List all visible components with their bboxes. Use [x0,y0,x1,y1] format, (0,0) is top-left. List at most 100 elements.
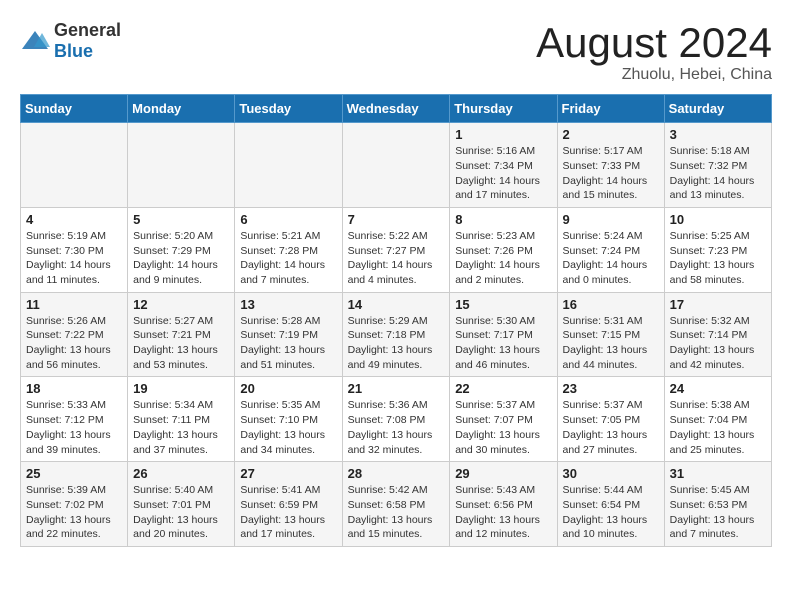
day-info: Sunrise: 5:23 AM Sunset: 7:26 PM Dayligh… [455,229,551,288]
day-number: 9 [563,212,659,227]
calendar-cell: 1 Sunrise: 5:16 AM Sunset: 7:34 PM Daylig… [450,123,557,208]
calendar-cell: 7Sunrise: 5:22 AM Sunset: 7:27 PM Daylig… [342,207,450,292]
day-header-friday: Friday [557,95,664,123]
day-number: 21 [348,381,445,396]
calendar-week-row: 1 Sunrise: 5:16 AM Sunset: 7:34 PM Daylig… [21,123,772,208]
month-year-title: August 2024 [536,20,772,66]
calendar-cell [128,123,235,208]
calendar-cell: 31 Sunrise: 5:45 AM Sunset: 6:53 PM Dayli… [664,462,771,547]
calendar-cell: 24Sunrise: 5:38 AM Sunset: 7:04 PM Dayli… [664,377,771,462]
day-number: 17 [670,297,766,312]
calendar-cell: 9Sunrise: 5:24 AM Sunset: 7:24 PM Daylig… [557,207,664,292]
calendar-cell [21,123,128,208]
day-number: 12 [133,297,229,312]
calendar-cell: 8 Sunrise: 5:23 AM Sunset: 7:26 PM Daylig… [450,207,557,292]
day-info: Sunrise: 5:17 AM Sunset: 7:33 PM Dayligh… [563,144,659,203]
day-number: 27 [240,466,336,481]
calendar-week-row: 18Sunrise: 5:33 AM Sunset: 7:12 PM Dayli… [21,377,772,462]
day-info: Sunrise: 5:27 AM Sunset: 7:21 PM Dayligh… [133,314,229,373]
day-number: 30 [563,466,659,481]
calendar-cell: 3 Sunrise: 5:18 AM Sunset: 7:32 PM Daylig… [664,123,771,208]
day-info: Sunrise: 5:25 AM Sunset: 7:23 PM Dayligh… [670,229,766,288]
day-info: Sunrise: 5:32 AM Sunset: 7:14 PM Dayligh… [670,314,766,373]
day-info: Sunrise: 5:33 AM Sunset: 7:12 PM Dayligh… [26,398,122,457]
calendar-cell: 18Sunrise: 5:33 AM Sunset: 7:12 PM Dayli… [21,377,128,462]
day-number: 20 [240,381,336,396]
calendar-cell: 2 Sunrise: 5:17 AM Sunset: 7:33 PM Daylig… [557,123,664,208]
day-header-monday: Monday [128,95,235,123]
day-number: 1 [455,127,551,142]
calendar-cell: 10 Sunrise: 5:25 AM Sunset: 7:23 PM Dayli… [664,207,771,292]
day-header-thursday: Thursday [450,95,557,123]
day-number: 26 [133,466,229,481]
calendar-cell: 11Sunrise: 5:26 AM Sunset: 7:22 PM Dayli… [21,292,128,377]
day-number: 16 [563,297,659,312]
calendar-cell: 26Sunrise: 5:40 AM Sunset: 7:01 PM Dayli… [128,462,235,547]
day-number: 10 [670,212,766,227]
calendar-cell [235,123,342,208]
day-number: 3 [670,127,766,142]
day-info: Sunrise: 5:21 AM Sunset: 7:28 PM Dayligh… [240,229,336,288]
calendar-week-row: 25Sunrise: 5:39 AM Sunset: 7:02 PM Dayli… [21,462,772,547]
day-info: Sunrise: 5:35 AM Sunset: 7:10 PM Dayligh… [240,398,336,457]
day-info: Sunrise: 5:37 AM Sunset: 7:07 PM Dayligh… [455,398,551,457]
day-number: 4 [26,212,122,227]
day-info: Sunrise: 5:31 AM Sunset: 7:15 PM Dayligh… [563,314,659,373]
day-info: Sunrise: 5:37 AM Sunset: 7:05 PM Dayligh… [563,398,659,457]
day-number: 31 [670,466,766,481]
calendar-cell: 12 Sunrise: 5:27 AM Sunset: 7:21 PM Dayli… [128,292,235,377]
day-number: 2 [563,127,659,142]
calendar-cell: 14Sunrise: 5:29 AM Sunset: 7:18 PM Dayli… [342,292,450,377]
calendar-cell: 22 Sunrise: 5:37 AM Sunset: 7:07 PM Dayli… [450,377,557,462]
day-header-wednesday: Wednesday [342,95,450,123]
day-info: Sunrise: 5:38 AM Sunset: 7:04 PM Dayligh… [670,398,766,457]
calendar-week-row: 4 Sunrise: 5:19 AM Sunset: 7:30 PM Daylig… [21,207,772,292]
page-header: General Blue August 2024 Zhuolu, Hebei, … [20,20,772,84]
calendar-cell: 23 Sunrise: 5:37 AM Sunset: 7:05 PM Dayli… [557,377,664,462]
calendar-cell: 16 Sunrise: 5:31 AM Sunset: 7:15 PM Dayli… [557,292,664,377]
day-info: Sunrise: 5:19 AM Sunset: 7:30 PM Dayligh… [26,229,122,288]
day-number: 5 [133,212,229,227]
day-info: Sunrise: 5:29 AM Sunset: 7:18 PM Dayligh… [348,314,445,373]
calendar-cell: 29 Sunrise: 5:43 AM Sunset: 6:56 PM Dayli… [450,462,557,547]
day-header-tuesday: Tuesday [235,95,342,123]
day-number: 29 [455,466,551,481]
day-number: 8 [455,212,551,227]
calendar-week-row: 11Sunrise: 5:26 AM Sunset: 7:22 PM Dayli… [21,292,772,377]
calendar-table: SundayMondayTuesdayWednesdayThursdayFrid… [20,94,772,547]
calendar-cell [342,123,450,208]
calendar-cell: 6Sunrise: 5:21 AM Sunset: 7:28 PM Daylig… [235,207,342,292]
day-number: 7 [348,212,445,227]
day-number: 22 [455,381,551,396]
logo-icon [20,29,50,53]
title-block: August 2024 Zhuolu, Hebei, China [536,20,772,84]
day-number: 23 [563,381,659,396]
calendar-cell: 21Sunrise: 5:36 AM Sunset: 7:08 PM Dayli… [342,377,450,462]
logo: General Blue [20,20,121,62]
calendar-cell: 25Sunrise: 5:39 AM Sunset: 7:02 PM Dayli… [21,462,128,547]
calendar-cell: 4 Sunrise: 5:19 AM Sunset: 7:30 PM Daylig… [21,207,128,292]
day-info: Sunrise: 5:45 AM Sunset: 6:53 PM Dayligh… [670,483,766,542]
calendar-cell: 20 Sunrise: 5:35 AM Sunset: 7:10 PM Dayli… [235,377,342,462]
day-info: Sunrise: 5:30 AM Sunset: 7:17 PM Dayligh… [455,314,551,373]
day-header-sunday: Sunday [21,95,128,123]
day-info: Sunrise: 5:26 AM Sunset: 7:22 PM Dayligh… [26,314,122,373]
day-header-saturday: Saturday [664,95,771,123]
day-info: Sunrise: 5:42 AM Sunset: 6:58 PM Dayligh… [348,483,445,542]
day-info: Sunrise: 5:43 AM Sunset: 6:56 PM Dayligh… [455,483,551,542]
day-info: Sunrise: 5:18 AM Sunset: 7:32 PM Dayligh… [670,144,766,203]
day-number: 28 [348,466,445,481]
logo-text: General Blue [54,20,121,62]
day-info: Sunrise: 5:20 AM Sunset: 7:29 PM Dayligh… [133,229,229,288]
calendar-cell: 17 Sunrise: 5:32 AM Sunset: 7:14 PM Dayli… [664,292,771,377]
day-info: Sunrise: 5:16 AM Sunset: 7:34 PM Dayligh… [455,144,551,203]
day-number: 15 [455,297,551,312]
calendar-cell: 19Sunrise: 5:34 AM Sunset: 7:11 PM Dayli… [128,377,235,462]
calendar-cell: 15 Sunrise: 5:30 AM Sunset: 7:17 PM Dayli… [450,292,557,377]
logo-blue: Blue [54,41,93,61]
calendar-header-row: SundayMondayTuesdayWednesdayThursdayFrid… [21,95,772,123]
day-number: 13 [240,297,336,312]
day-number: 19 [133,381,229,396]
calendar-cell: 30Sunrise: 5:44 AM Sunset: 6:54 PM Dayli… [557,462,664,547]
day-info: Sunrise: 5:41 AM Sunset: 6:59 PM Dayligh… [240,483,336,542]
